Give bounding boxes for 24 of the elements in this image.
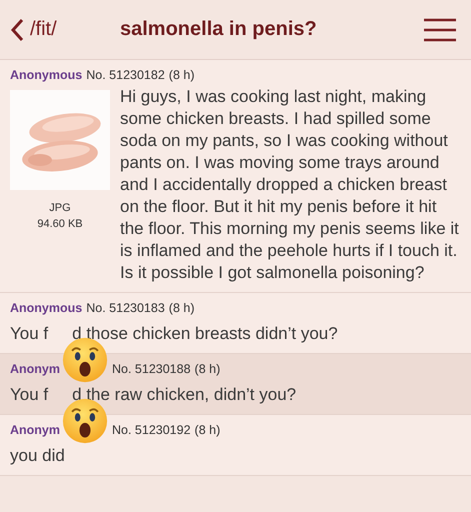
- reply-text: d those chicken breasts didn’t you?: [72, 323, 338, 345]
- poster-name: Anonymous: [10, 68, 82, 82]
- file-size: 94.60 KB: [37, 218, 83, 230]
- post-number: No. 51230188: [112, 362, 191, 376]
- post-age: (8 h): [168, 301, 194, 315]
- reply-text: you did: [10, 445, 65, 467]
- post-text: Hi guys, I was cooking last night, making some chicken breasts. I had spilled some soda on my pants, so I was cooking without pants on. I was moving some trays around and I accidentally dropped a chicken breast on the floor. But it hit my penis before it hit the floor. This morning my penis seems like it is inflamed and the peehole hurts if I touch it. Is it possible I got salmonella poisoning?: [120, 86, 460, 284]
- reply-text: d the raw chicken, didn’t you?: [72, 384, 296, 406]
- post-age: (8 h): [194, 362, 220, 376]
- reply-text: You f: [10, 384, 48, 406]
- post-age: (8 h): [168, 68, 194, 82]
- poster-name: Anonym: [10, 362, 60, 376]
- reply-text: You f: [10, 323, 48, 345]
- post-number: No. 51230192: [112, 423, 191, 437]
- menu-button[interactable]: [423, 18, 457, 42]
- post-number: No. 51230182: [86, 68, 165, 82]
- poster-name: Anonym: [10, 423, 60, 437]
- post-number: No. 51230183: [86, 301, 165, 315]
- back-icon: [10, 18, 24, 42]
- poster-name: Anonymous: [10, 301, 82, 315]
- thread-title: salmonella in penis?: [120, 18, 318, 41]
- post-age: (8 h): [194, 423, 220, 437]
- file-type: JPG: [49, 202, 71, 214]
- back-link[interactable]: /fit/: [10, 18, 120, 42]
